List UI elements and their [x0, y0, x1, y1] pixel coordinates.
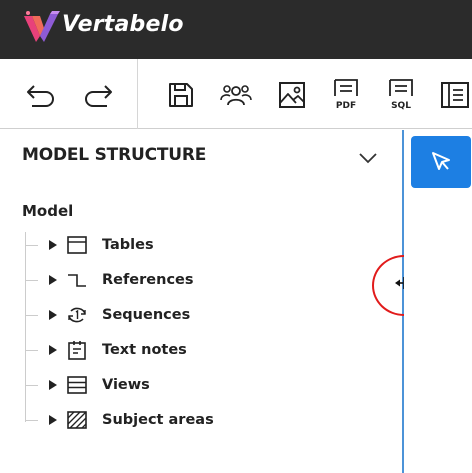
collapse-panel-button[interactable] — [356, 146, 380, 170]
tree-item-label: Subject areas — [102, 412, 214, 428]
sql-label: SQL — [391, 101, 411, 111]
redo-button[interactable] — [80, 77, 116, 113]
tree-item-label: Views — [102, 377, 150, 393]
tree-item-label: References — [102, 272, 194, 288]
tree-item-text-notes[interactable]: Text notes — [26, 336, 386, 364]
view-icon — [66, 374, 88, 396]
tree-item-subject-areas[interactable]: Subject areas — [26, 406, 386, 434]
redo-icon — [85, 85, 112, 107]
save-button[interactable] — [163, 77, 199, 113]
users-icon — [220, 85, 252, 106]
export-pdf-button[interactable]: PDF — [328, 77, 364, 113]
image-icon — [279, 82, 305, 108]
tree-item-tables[interactable]: Tables — [26, 231, 386, 259]
tree-item-views[interactable]: Views — [26, 371, 386, 399]
export-sql-button[interactable]: SQL — [383, 77, 419, 113]
select-tool-button[interactable] — [411, 136, 471, 188]
save-icon — [169, 83, 193, 107]
tree-item-label: Text notes — [102, 342, 187, 358]
tree-item-label: Tables — [102, 237, 154, 253]
model-label: Model — [22, 202, 74, 220]
tree-item-references[interactable]: References — [26, 266, 386, 294]
select-cursor-icon — [432, 152, 450, 170]
tree-item-label: Sequences — [102, 307, 191, 323]
toolbar: PDF SQL — [0, 59, 472, 129]
sequence-icon — [66, 304, 88, 326]
export-image-button[interactable] — [274, 77, 310, 113]
toolbar-separator — [137, 59, 138, 129]
text-note-icon — [66, 339, 88, 361]
reference-icon — [66, 269, 88, 291]
share-button[interactable] — [218, 77, 254, 113]
expand-arrow-icon[interactable] — [48, 380, 58, 390]
pdf-icon: PDF — [334, 79, 358, 111]
vertabelo-logo-icon[interactable] — [22, 10, 62, 44]
panel-toggle-button[interactable] — [437, 77, 472, 113]
model-structure-panel: MODEL STRUCTURE Model Tables References … — [0, 130, 403, 473]
panel-icon — [441, 82, 469, 108]
table-icon — [66, 234, 88, 256]
chevron-down-icon — [359, 153, 377, 164]
panel-title: MODEL STRUCTURE — [22, 145, 207, 165]
expand-arrow-icon[interactable] — [48, 415, 58, 425]
top-bar: Vertabelo — [0, 0, 472, 59]
expand-arrow-icon[interactable] — [48, 310, 58, 320]
subject-area-icon — [66, 409, 88, 431]
undo-button[interactable] — [23, 77, 59, 113]
brand-name: Vertabelo — [62, 12, 184, 37]
pdf-label: PDF — [336, 101, 356, 111]
expand-arrow-icon[interactable] — [48, 345, 58, 355]
undo-icon — [27, 85, 54, 107]
canvas-toolstrip — [404, 130, 472, 473]
expand-arrow-icon[interactable] — [48, 240, 58, 250]
expand-arrow-icon[interactable] — [48, 275, 58, 285]
sql-icon: SQL — [389, 79, 413, 111]
tree-item-sequences[interactable]: Sequences — [26, 301, 386, 329]
